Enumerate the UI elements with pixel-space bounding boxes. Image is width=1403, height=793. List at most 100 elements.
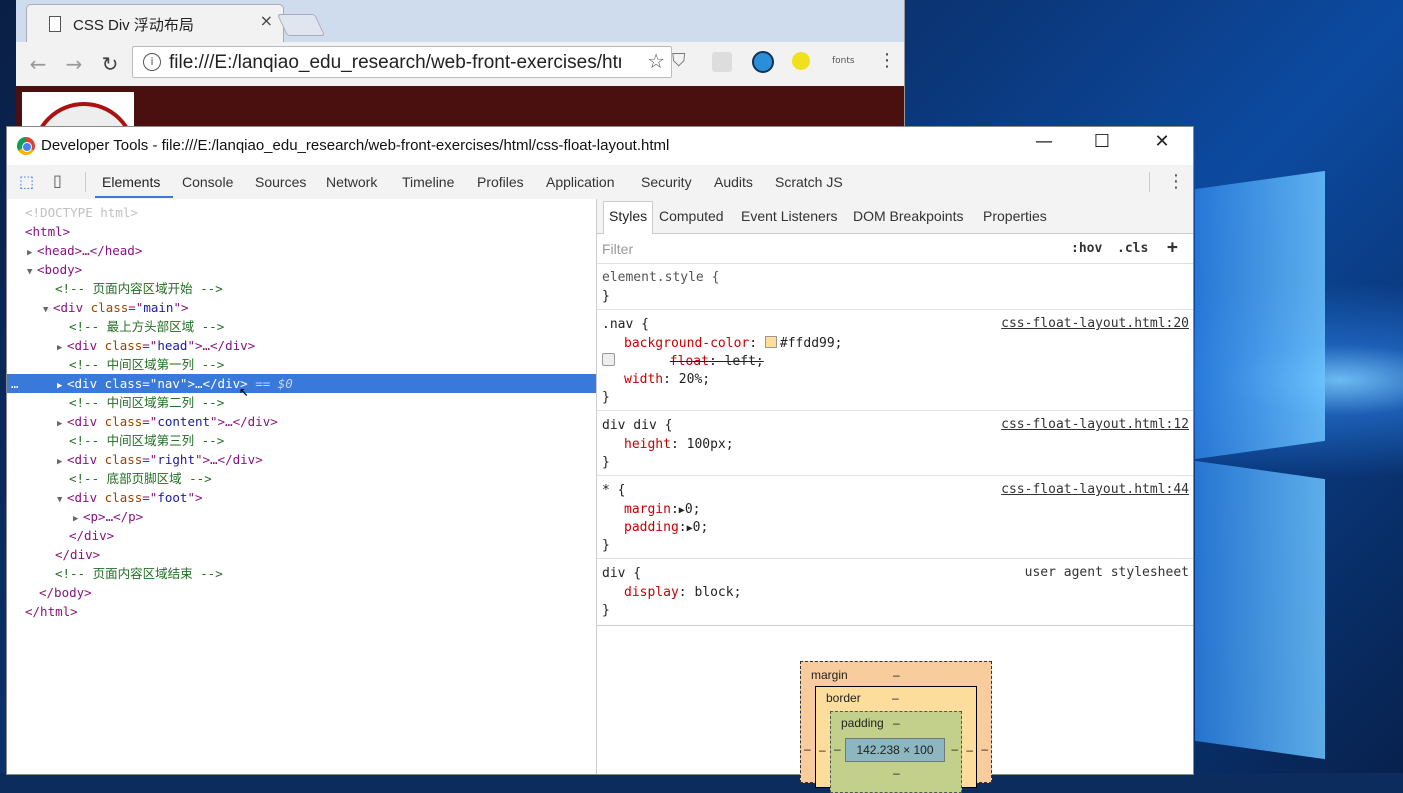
css-property-disabled[interactable]: float: left; [602, 353, 764, 371]
new-style-rule-button[interactable]: + [1167, 237, 1178, 258]
dom-node[interactable]: ▶ <p>…</p> [7, 507, 662, 526]
tab-application[interactable]: Application [546, 174, 615, 190]
fonts-extension[interactable]: fonts [832, 56, 855, 66]
windows-logo-pane [1195, 460, 1325, 760]
tab-close-button[interactable]: × [260, 11, 273, 30]
cls-toggle[interactable]: .cls [1117, 241, 1148, 256]
dom-comment[interactable]: <!-- 中间区域第三列 --> [7, 431, 658, 450]
dom-comment[interactable]: <!-- 底部页脚区域 --> [7, 469, 658, 488]
dom-node[interactable]: ▶ <head>…</head> [7, 241, 616, 260]
address-bar[interactable]: i file:///E:/lanqiao_edu_research/web-fr… [132, 46, 672, 78]
color-swatch[interactable] [764, 336, 777, 348]
padding-right-value[interactable]: – [951, 742, 958, 756]
rule-source-link[interactable]: css-float-layout.html:20 [1001, 316, 1189, 331]
minimize-icon[interactable]: — [1029, 131, 1059, 152]
inspect-cursor-icon[interactable]: ⬚ [19, 172, 34, 191]
subtab-styles[interactable]: Styles [609, 208, 647, 224]
tab-scratch-js[interactable]: Scratch JS [775, 174, 843, 190]
info-icon[interactable]: i [143, 53, 161, 71]
menu-kebab-icon[interactable]: ⋮ [878, 50, 896, 71]
dom-comment[interactable]: <!-- 中间区域第一列 --> [7, 355, 658, 374]
maximize-icon[interactable]: ☐ [1087, 131, 1117, 152]
dom-comment[interactable]: <!-- 页面内容区域开始 --> [7, 279, 644, 298]
dom-node[interactable]: ▶ <div class="content">…</div> [7, 412, 646, 431]
rule-selector[interactable]: div div { [602, 417, 672, 435]
subtab-dom-breakpoints[interactable]: DOM Breakpoints [853, 208, 963, 224]
gutter-ellipsis[interactable]: … [7, 374, 57, 393]
subtab-properties[interactable]: Properties [983, 208, 1047, 224]
bookmark-star-icon[interactable]: ☆ [647, 49, 665, 73]
padding-top-value[interactable]: – [893, 716, 900, 730]
tab-title: CSS Div 浮动布局 [73, 17, 194, 34]
tab-audits[interactable]: Audits [714, 174, 753, 190]
css-property[interactable]: height: 100px; [602, 436, 734, 454]
devtools-menu-icon[interactable]: ⋮ [1167, 171, 1185, 192]
dom-node[interactable]: </div> [7, 545, 644, 564]
tab-profiles[interactable]: Profiles [477, 174, 524, 190]
css-property[interactable]: padding:▶0; [602, 519, 708, 537]
box-model-content-size[interactable]: 142.238 × 100 [845, 738, 945, 762]
tab-console[interactable]: Console [182, 174, 233, 190]
css-property[interactable]: margin:▶0; [602, 501, 700, 519]
shield-icon[interactable]: ⛉ [672, 50, 686, 71]
new-tab-button[interactable] [276, 14, 326, 36]
plus-extension-icon[interactable] [792, 52, 810, 70]
dom-node[interactable]: </html> [7, 602, 614, 621]
rule-close: } [602, 538, 610, 553]
css-property[interactable]: display: block; [602, 584, 741, 602]
dom-node[interactable]: ▼ <div class="main"> [7, 298, 632, 317]
rule-selector[interactable]: * { [602, 482, 625, 500]
close-icon[interactable]: ✕ [1147, 131, 1177, 152]
rule-source-link[interactable]: css-float-layout.html:12 [1001, 417, 1189, 432]
margin-top-value[interactable]: – [893, 668, 900, 682]
eye-extension-icon[interactable] [752, 51, 774, 73]
rule-close: } [602, 390, 610, 405]
tab-sources[interactable]: Sources [255, 174, 306, 190]
tab-strip: CSS Div 浮动布局 × [16, 0, 904, 43]
box-model-padding-label: padding [841, 716, 884, 730]
element-style-selector[interactable]: element.style { [602, 269, 719, 287]
dom-node[interactable]: ▼ <body> [7, 260, 616, 279]
property-checkbox[interactable] [602, 353, 615, 366]
rule-selector[interactable]: .nav { [602, 316, 649, 334]
border-left-value[interactable]: – [819, 743, 826, 757]
forward-arrow-icon[interactable]: → [62, 52, 86, 76]
reload-icon[interactable]: ↻ [98, 52, 122, 76]
back-arrow-icon[interactable]: ← [26, 52, 50, 76]
margin-left-value[interactable]: – [804, 742, 811, 756]
tab-elements[interactable]: Elements [102, 174, 160, 190]
chrome-icon [17, 137, 35, 155]
dom-node-selected[interactable]: … ▶ <div class="nav">…</div> == $0 [7, 374, 596, 393]
dom-node[interactable]: ▶ <div class="right">…</div> [7, 450, 646, 469]
border-top-value[interactable]: – [892, 691, 899, 705]
dom-comment[interactable]: <!-- 页面内容区域结束 --> [7, 564, 644, 583]
padding-left-value[interactable]: – [834, 742, 841, 756]
tab-timeline[interactable]: Timeline [402, 174, 454, 190]
border-right-value[interactable]: – [966, 743, 973, 757]
padding-bottom-value[interactable]: – [893, 766, 900, 780]
dom-node[interactable]: <html> [7, 222, 614, 241]
dom-node[interactable]: ▶ <div class="head">…</div> [7, 336, 646, 355]
dom-node[interactable]: <!DOCTYPE html> [7, 203, 614, 222]
extension-icon[interactable] [712, 52, 732, 72]
rule-selector[interactable]: div { [602, 565, 641, 583]
css-property[interactable]: background-color: #ffdd99; [602, 335, 843, 353]
tab-network[interactable]: Network [326, 174, 377, 190]
dom-comment[interactable]: <!-- 中间区域第二列 --> [7, 393, 658, 412]
browser-tab[interactable]: CSS Div 浮动布局 × [26, 4, 284, 43]
subtab-computed[interactable]: Computed [659, 208, 724, 224]
css-property[interactable]: width: 20%; [602, 371, 710, 389]
margin-right-value[interactable]: – [981, 742, 988, 756]
styles-filter-input[interactable]: Filter [602, 241, 633, 257]
dom-comment[interactable]: <!-- 最上方头部区域 --> [7, 317, 658, 336]
tab-security[interactable]: Security [641, 174, 692, 190]
dom-node[interactable]: </div> [7, 526, 658, 545]
rule-source-link[interactable]: css-float-layout.html:44 [1001, 482, 1189, 497]
url-text[interactable]: file:///E:/lanqiao_edu_research/web-fron… [169, 52, 621, 74]
subtab-event-listeners[interactable]: Event Listeners [741, 208, 838, 224]
dom-node[interactable]: ▼ <div class="foot"> [7, 488, 646, 507]
device-toggle-icon[interactable]: ▯ [53, 171, 62, 190]
dom-node[interactable]: </body> [7, 583, 628, 602]
hov-toggle[interactable]: :hov [1071, 241, 1102, 256]
browser-toolbar: ← → ↻ i file:///E:/lanqiao_edu_research/… [16, 42, 904, 87]
